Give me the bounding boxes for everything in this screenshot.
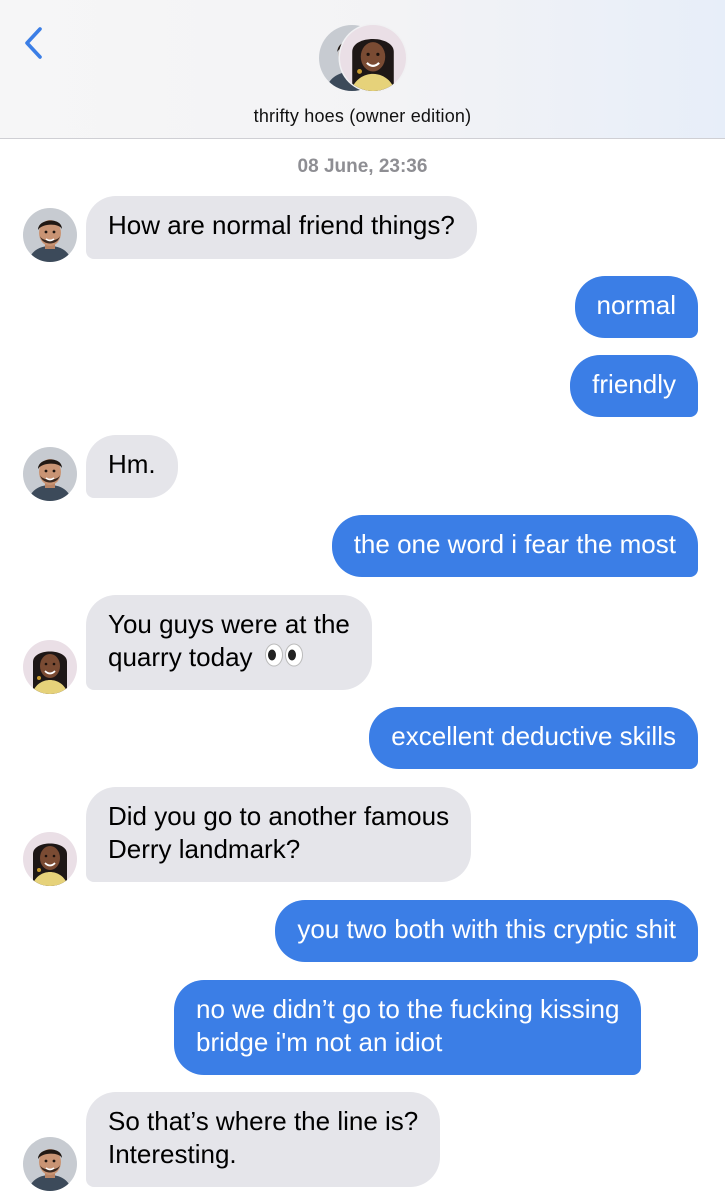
woman-avatar[interactable] <box>23 640 77 694</box>
message-text-line: bridge i'm not an idiot <box>196 1027 443 1057</box>
incoming-message-bubble[interactable]: So that’s where the line is? Interesting… <box>86 1092 441 1187</box>
message-text-line: Derry landmark? <box>108 834 301 864</box>
chevron-left-icon[interactable] <box>18 24 52 62</box>
message-text-line: Hm. <box>108 449 156 479</box>
outgoing-message-bubble[interactable]: friendly <box>570 355 698 417</box>
incoming-message-bubble[interactable]: How are normal friend things? <box>86 196 477 259</box>
outgoing-message-bubble[interactable]: excellent deductive skills <box>369 707 698 769</box>
message-text-line: quarry today <box>108 642 253 672</box>
message-text-line: friendly <box>592 369 676 399</box>
outgoing-message-bubble[interactable]: normal <box>574 276 698 338</box>
outgoing-message-bubble[interactable]: no we didn’t go to the fucking kissing b… <box>174 980 642 1075</box>
man-avatar[interactable] <box>23 447 77 501</box>
conversation-title[interactable]: thrifty hoes (owner edition) <box>0 106 725 127</box>
woman-avatar[interactable] <box>23 832 77 886</box>
incoming-message-bubble[interactable]: Did you go to another famous Derry landm… <box>86 787 472 882</box>
man-avatar[interactable] <box>23 1137 77 1191</box>
message-text-line: excellent deductive skills <box>391 721 676 751</box>
incoming-message-bubble[interactable]: You guys were at the quarry today <box>86 595 372 690</box>
message-text-line: So that’s where the line is? <box>108 1106 419 1136</box>
message-text-line: You guys were at the <box>108 609 350 639</box>
eyes-emoji-icon <box>264 642 304 676</box>
message-timestamp: 08 June, 23:36 <box>297 156 428 177</box>
message-text-line: Did you go to another famous <box>108 801 450 831</box>
message-text-line: normal <box>596 290 676 320</box>
message-text-line: Interesting. <box>108 1139 237 1169</box>
message-text-line: the one word i fear the most <box>353 529 676 559</box>
incoming-message-bubble[interactable]: Hm. <box>86 435 178 498</box>
outgoing-message-bubble[interactable]: you two both with this cryptic shit <box>275 900 698 962</box>
message-text-line: How are normal friend things? <box>108 210 455 240</box>
man-avatar[interactable] <box>23 208 77 262</box>
message-text-line: no we didn’t go to the fucking kissing <box>196 994 620 1024</box>
group-avatar[interactable] <box>318 20 410 96</box>
outgoing-message-bubble[interactable]: the one word i fear the most <box>331 515 698 577</box>
conversation-header: thrifty hoes (owner edition) <box>0 0 725 139</box>
message-text-line: you two both with this cryptic shit <box>297 914 676 944</box>
